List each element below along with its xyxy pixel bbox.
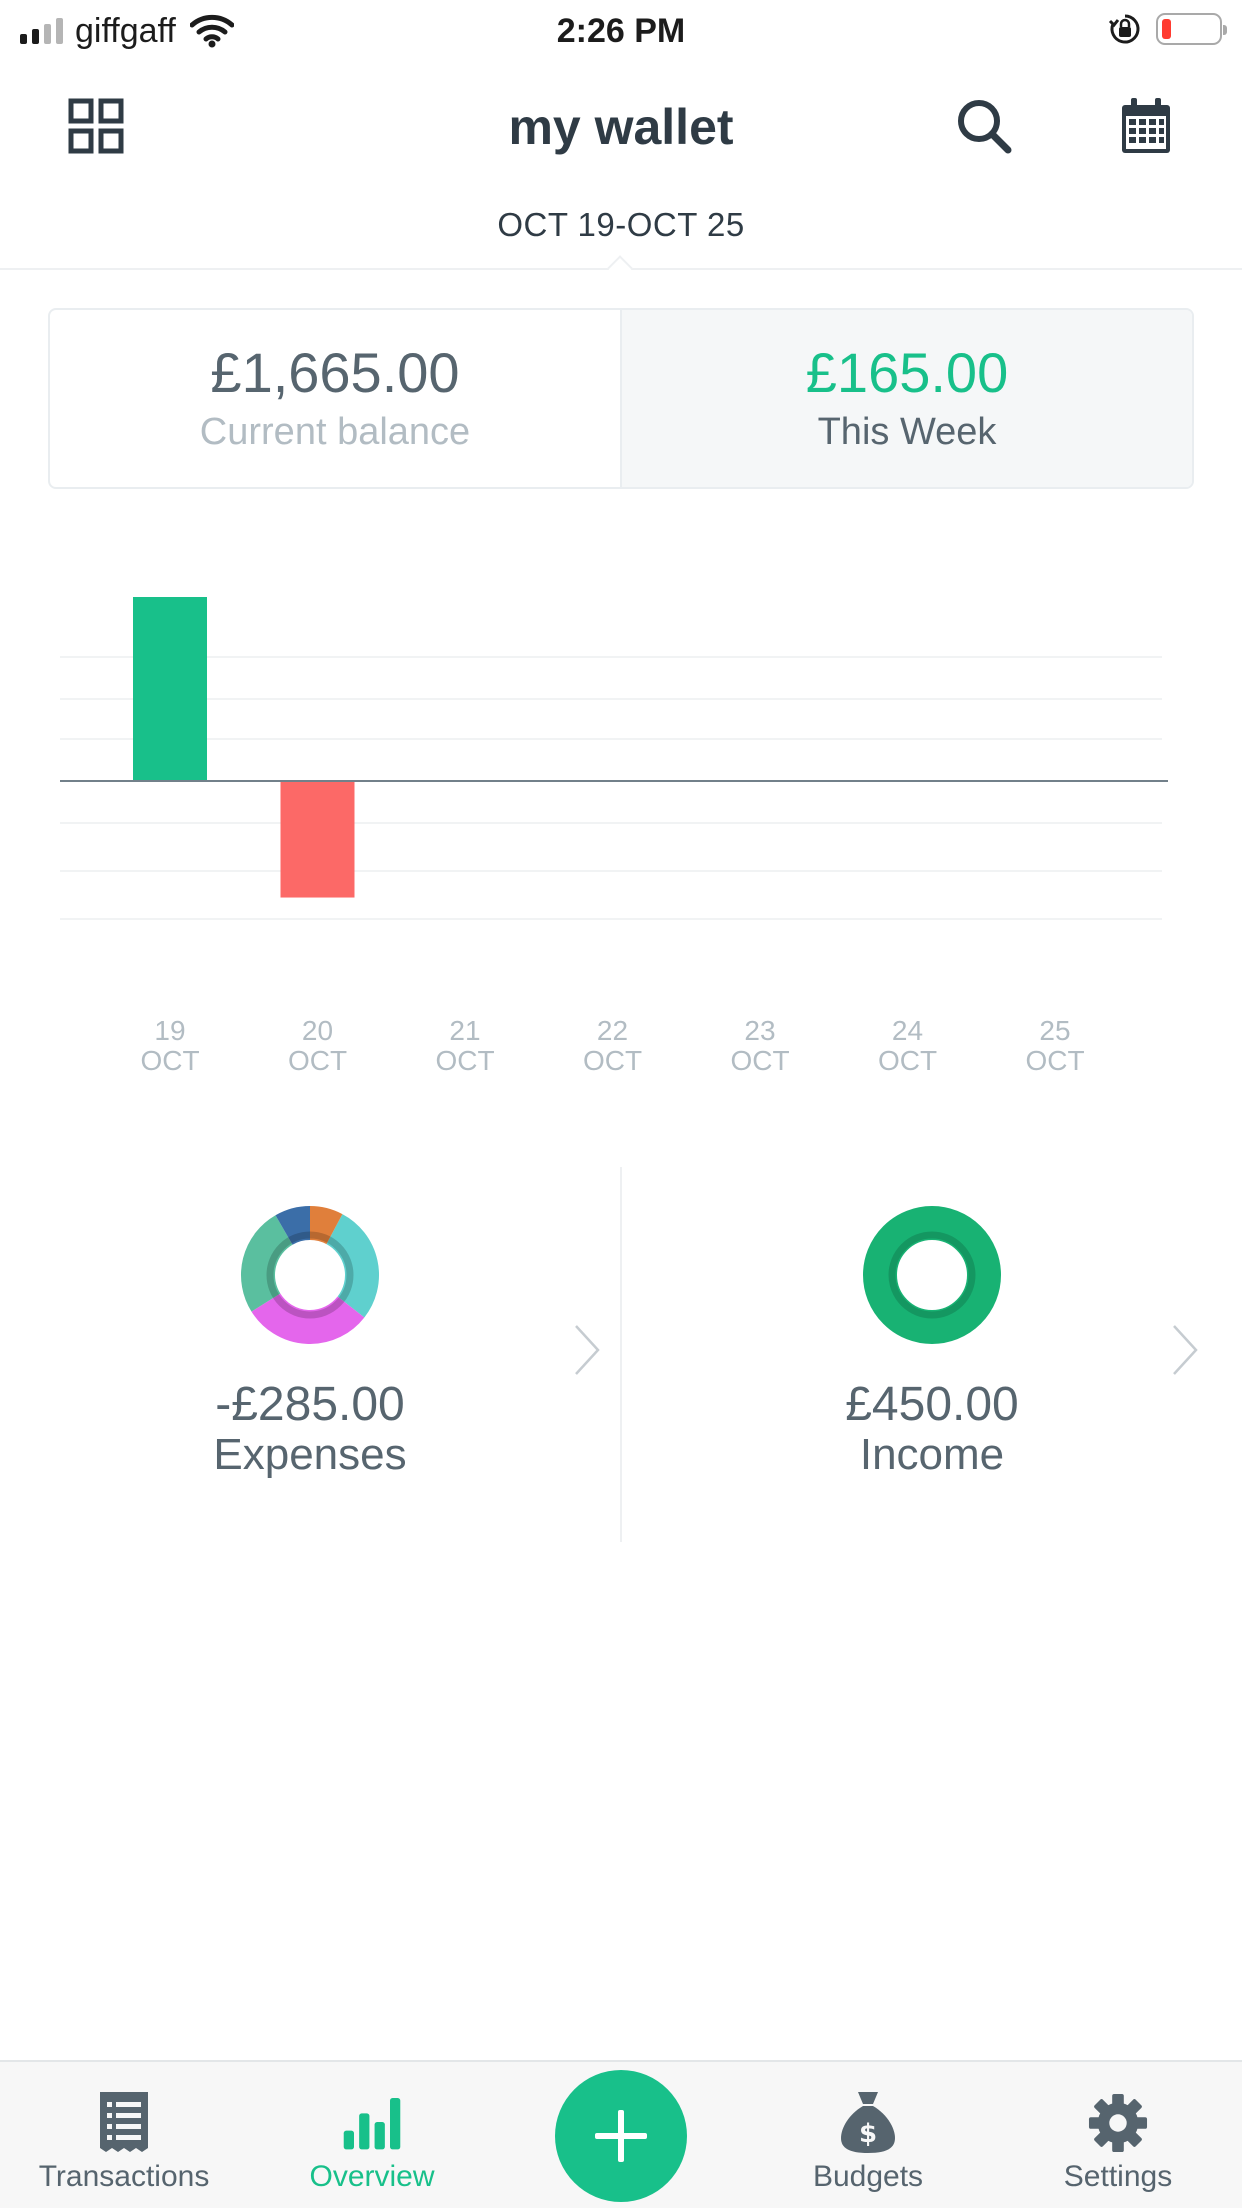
money-bag-icon: $ (838, 2090, 898, 2154)
current-balance-amount: £1,665.00 (210, 340, 460, 404)
chart-tick-month: OCT (288, 1045, 347, 1076)
expenses-amount: -£285.00 (215, 1378, 405, 1431)
chart-tick-day: 22 (597, 1015, 628, 1046)
chart-tick-month: OCT (878, 1045, 937, 1076)
status-bar-right (1108, 12, 1227, 46)
income-segment (863, 1206, 1001, 1344)
date-caret-indicator (607, 255, 633, 281)
search-icon (958, 100, 1012, 154)
svg-text:$: $ (859, 2119, 877, 2149)
expenses-label: Expenses (213, 1430, 407, 1479)
expenses-segment (309, 1206, 343, 1245)
income-inner-ring (888, 1231, 976, 1319)
gear-icon (1088, 2090, 1148, 2154)
chevron-right-icon (1173, 1325, 1198, 1375)
search-button[interactable] (946, 88, 1022, 164)
date-range-selector[interactable]: OCT 19-OCT 25 (0, 206, 1242, 244)
current-balance-label: Current balance (199, 410, 471, 453)
chart-tick-month: OCT (730, 1045, 789, 1076)
status-time: 2:26 PM (556, 12, 686, 50)
income-label: Income (859, 1430, 1005, 1479)
battery-level (1162, 19, 1171, 39)
chart-tick-month: OCT (1025, 1045, 1084, 1076)
balance-card: £1,665.00 Current balance £165.00 This W… (48, 308, 1194, 489)
nav-budgets[interactable]: $ Budgets (744, 2062, 992, 2208)
this-week-amount: £165.00 (805, 340, 1009, 404)
status-bar: giffgaff 2:26 PM (0, 0, 1242, 62)
chart-bar (280, 781, 355, 898)
chevron-right-icon (575, 1325, 600, 1375)
nav-overview[interactable]: Overview (248, 2062, 496, 2208)
chart-bar (133, 597, 207, 781)
nav-overview-label: Overview (309, 2160, 435, 2193)
chart-svg: 19OCT20OCT21OCT22OCT23OCT24OCT25OCT (60, 597, 1168, 1076)
chart-tick-day: 25 (1039, 1015, 1070, 1046)
this-week-label: This Week (817, 410, 997, 453)
calendar-button[interactable] (1108, 88, 1184, 164)
chart-tick-day: 21 (449, 1015, 480, 1046)
app-header: my wallet (0, 62, 1242, 190)
this-week-tab[interactable]: £165.00 This Week (620, 310, 1192, 487)
nav-budgets-label: Budgets (812, 2160, 924, 2193)
income-amount: £450.00 (845, 1378, 1019, 1431)
chart-tick-month: OCT (140, 1045, 199, 1076)
chart-tick-month: OCT (435, 1045, 494, 1076)
expenses-segment (275, 1206, 311, 1246)
plus-icon (595, 2110, 647, 2162)
chart-tick-day: 24 (892, 1015, 923, 1046)
expenses-inner-ring (266, 1231, 354, 1319)
nav-transactions-label: Transactions (38, 2160, 210, 2193)
expenses-donut-chart (241, 1206, 379, 1344)
nav-transactions[interactable]: Transactions (0, 2062, 248, 2208)
receipt-icon (94, 2090, 154, 2154)
income-summary[interactable]: £450.00 Income (622, 1167, 1242, 1542)
current-balance-tab[interactable]: £1,665.00 Current balance (50, 310, 620, 487)
weekly-bar-chart: 19 OCT 20 OCT 21 OCT 22 OCT 23 OCT 24 OCT 25 OCT (0, 540, 1242, 1100)
chart-tick-month: OCT (583, 1045, 642, 1076)
bar-chart-icon (342, 2090, 402, 2154)
nav-settings[interactable]: Settings (994, 2062, 1242, 2208)
chart-tick-day: 23 (744, 1015, 775, 1046)
chart-tick-day: 19 (154, 1015, 185, 1046)
orientation-lock-icon (1108, 14, 1140, 44)
battery-icon (1156, 13, 1227, 45)
summary-section: -£285.00 Expenses £450.00 Income (0, 1167, 1242, 1542)
page-title: my wallet (508, 99, 734, 155)
expenses-summary[interactable]: -£285.00 Expenses (0, 1167, 620, 1542)
add-transaction-button[interactable] (555, 2070, 687, 2202)
chart-tick-day: 20 (302, 1015, 333, 1046)
income-donut-chart (863, 1206, 1001, 1344)
nav-settings-label: Settings (1063, 2160, 1173, 2193)
calendar-icon (1122, 98, 1170, 153)
